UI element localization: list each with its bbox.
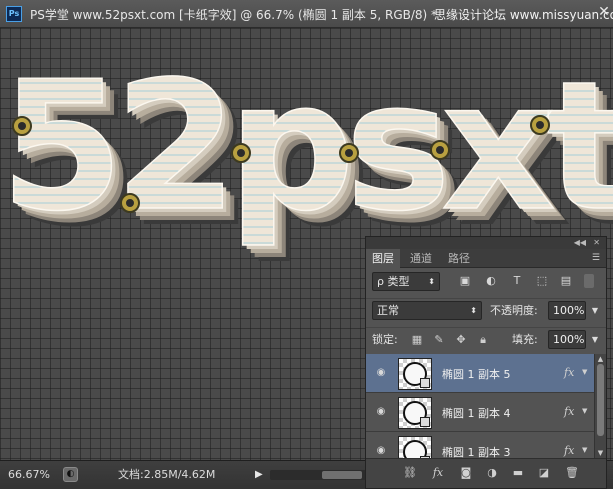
visibility-eye-icon[interactable]: ◉ — [374, 405, 388, 419]
chevron-updown-icon: ⬍ — [428, 277, 435, 286]
filter-kind-label: ρ 类型 — [377, 275, 410, 288]
shape-layer-badge-icon — [420, 378, 430, 388]
status-menu-arrow-icon[interactable]: ▶ — [255, 467, 263, 483]
adjustment-layer-icon[interactable]: ◑ — [484, 466, 500, 480]
layer-effects-icon[interactable]: fx — [564, 366, 574, 379]
smart-object-filter-icon[interactable]: ▤ — [559, 274, 573, 288]
layer-thumbnail — [398, 397, 432, 429]
layers-panel-footer: ⛓ fx ◙ ◑ ▬ ◪ 🗑︎ — [366, 458, 606, 488]
lock-transparent-pixels-icon[interactable]: ▦ — [410, 333, 424, 347]
layer-effects-icon[interactable]: fx — [564, 405, 574, 418]
title-bar: Ps PS学堂 www.52psxt.com [卡纸字效] @ 66.7% (椭… — [0, 0, 613, 28]
delete-layer-icon[interactable]: 🗑︎ — [564, 466, 580, 480]
eyelet-hole — [345, 149, 353, 157]
opacity-input[interactable]: 100% — [548, 301, 586, 320]
fill-input[interactable]: 100% — [548, 330, 586, 349]
filter-toggle-switch[interactable] — [584, 274, 594, 288]
photoshop-logo-icon: Ps — [6, 6, 22, 22]
eyelet-hole — [436, 146, 444, 154]
lock-label: 锁定: — [372, 333, 398, 346]
new-layer-icon[interactable]: ◪ — [536, 466, 552, 480]
layer-list-scroll-thumb[interactable] — [597, 364, 604, 436]
type-filter-icon[interactable]: T — [510, 274, 524, 288]
chevron-updown-icon: ⬍ — [470, 306, 477, 315]
filter-kind-select[interactable]: ρ 类型 ⬍ — [372, 272, 440, 291]
layer-thumbnail — [398, 358, 432, 390]
layer-row[interactable]: ◉ 椭圆 1 副本 4 fx ▼ — [366, 393, 594, 432]
panel-tabs: 图层 通道 路径 ☰ — [366, 249, 606, 268]
expand-effects-icon[interactable]: ▼ — [582, 368, 587, 376]
fill-label: 填充: — [512, 333, 538, 346]
watermark-text: 思缘设计论坛 www.missyuan.com — [434, 8, 613, 22]
layer-filter-row: ρ 类型 ⬍ ▣ ◐ T ⬚ ▤ — [366, 269, 606, 295]
add-mask-icon[interactable]: ◙ — [458, 466, 474, 480]
tab-layers[interactable]: 图层 — [366, 249, 400, 268]
eyelet-hole — [536, 121, 544, 129]
horizontal-scrollbar-thumb[interactable] — [322, 471, 362, 479]
lock-all-icon[interactable]: 🔒︎ — [476, 333, 490, 347]
layer-name: 椭圆 1 副本 4 — [442, 407, 511, 420]
panel-header-strip: ◀◀ ✕ — [366, 237, 606, 249]
layer-row[interactable]: ◉ 椭圆 1 副本 5 fx ▼ — [366, 354, 594, 393]
tab-channels[interactable]: 通道 — [404, 249, 438, 268]
visibility-eye-icon[interactable]: ◉ — [374, 444, 388, 458]
layer-name: 椭圆 1 副本 3 — [442, 446, 511, 458]
panel-menu-icon[interactable]: ☰ — [592, 253, 600, 263]
add-layer-style-icon[interactable]: fx — [430, 466, 446, 480]
link-layers-icon[interactable]: ⛓ — [402, 466, 418, 480]
layer-effects-icon[interactable]: fx — [564, 444, 574, 457]
document-title: PS学堂 www.52psxt.com [卡纸字效] @ 66.7% (椭圆 1… — [30, 8, 438, 22]
blend-mode-select[interactable]: 正常 ⬍ — [372, 301, 482, 320]
lock-position-icon[interactable]: ✥ — [454, 333, 468, 347]
image-filter-icon[interactable]: ▣ — [458, 274, 472, 288]
zoom-level-field[interactable]: 66.67% — [8, 467, 58, 483]
layers-panel: ◀◀ ✕ 图层 通道 路径 ☰ ρ 类型 ⬍ ▣ ◐ T ⬚ ▤ 正常 ⬍ 不透… — [365, 236, 607, 489]
layer-list-scrollbar[interactable]: ▲ ▼ — [594, 354, 606, 458]
layer-list: ◉ 椭圆 1 副本 5 fx ▼ ◉ 椭圆 1 副本 4 fx ▼ ◉ 椭圆 1… — [366, 354, 594, 458]
lock-image-pixels-icon[interactable]: ✎ — [432, 333, 446, 347]
opacity-label: 不透明度: — [490, 304, 538, 317]
blend-mode-value: 正常 — [377, 304, 399, 317]
layer-row[interactable]: ◉ 椭圆 1 副本 3 fx ▼ — [366, 432, 594, 458]
close-panel-icon[interactable]: ✕ — [593, 237, 600, 249]
expand-effects-icon[interactable]: ▼ — [582, 446, 587, 454]
tab-paths[interactable]: 路径 — [442, 249, 476, 268]
visibility-eye-icon[interactable]: ◉ — [374, 366, 388, 380]
expand-effects-icon[interactable]: ▼ — [582, 407, 587, 415]
document-size-info: 文档:2.85M/4.62M — [118, 468, 216, 481]
layer-thumbnail — [398, 436, 432, 458]
shape-layer-badge-icon — [420, 417, 430, 427]
eyelet-hole — [18, 122, 26, 130]
lock-row: 锁定: ▦ ✎ ✥ 🔒︎ 填充: 100% ▼ — [366, 327, 606, 351]
proof-setup-icon[interactable]: ◐ — [63, 467, 78, 482]
collapse-panel-icon[interactable]: ◀◀ — [574, 237, 586, 249]
close-document-button[interactable]: ✕ — [597, 3, 611, 21]
fill-dropdown-icon[interactable]: ▼ — [588, 330, 602, 349]
blend-row: 正常 ⬍ 不透明度: 100% ▼ — [366, 298, 606, 322]
horizontal-scrollbar[interactable] — [270, 470, 366, 480]
eyelet-hole — [237, 149, 245, 157]
new-group-icon[interactable]: ▬ — [510, 466, 526, 480]
scroll-down-icon[interactable]: ▼ — [595, 448, 606, 458]
eyelet-hole — [126, 199, 134, 207]
adjustment-filter-icon[interactable]: ◐ — [484, 274, 498, 288]
opacity-dropdown-icon[interactable]: ▼ — [588, 301, 602, 320]
scroll-up-icon[interactable]: ▲ — [595, 354, 606, 364]
shape-filter-icon[interactable]: ⬚ — [535, 274, 549, 288]
artwork-face: 52psxt — [0, 43, 613, 250]
layer-name: 椭圆 1 副本 5 — [442, 368, 511, 381]
